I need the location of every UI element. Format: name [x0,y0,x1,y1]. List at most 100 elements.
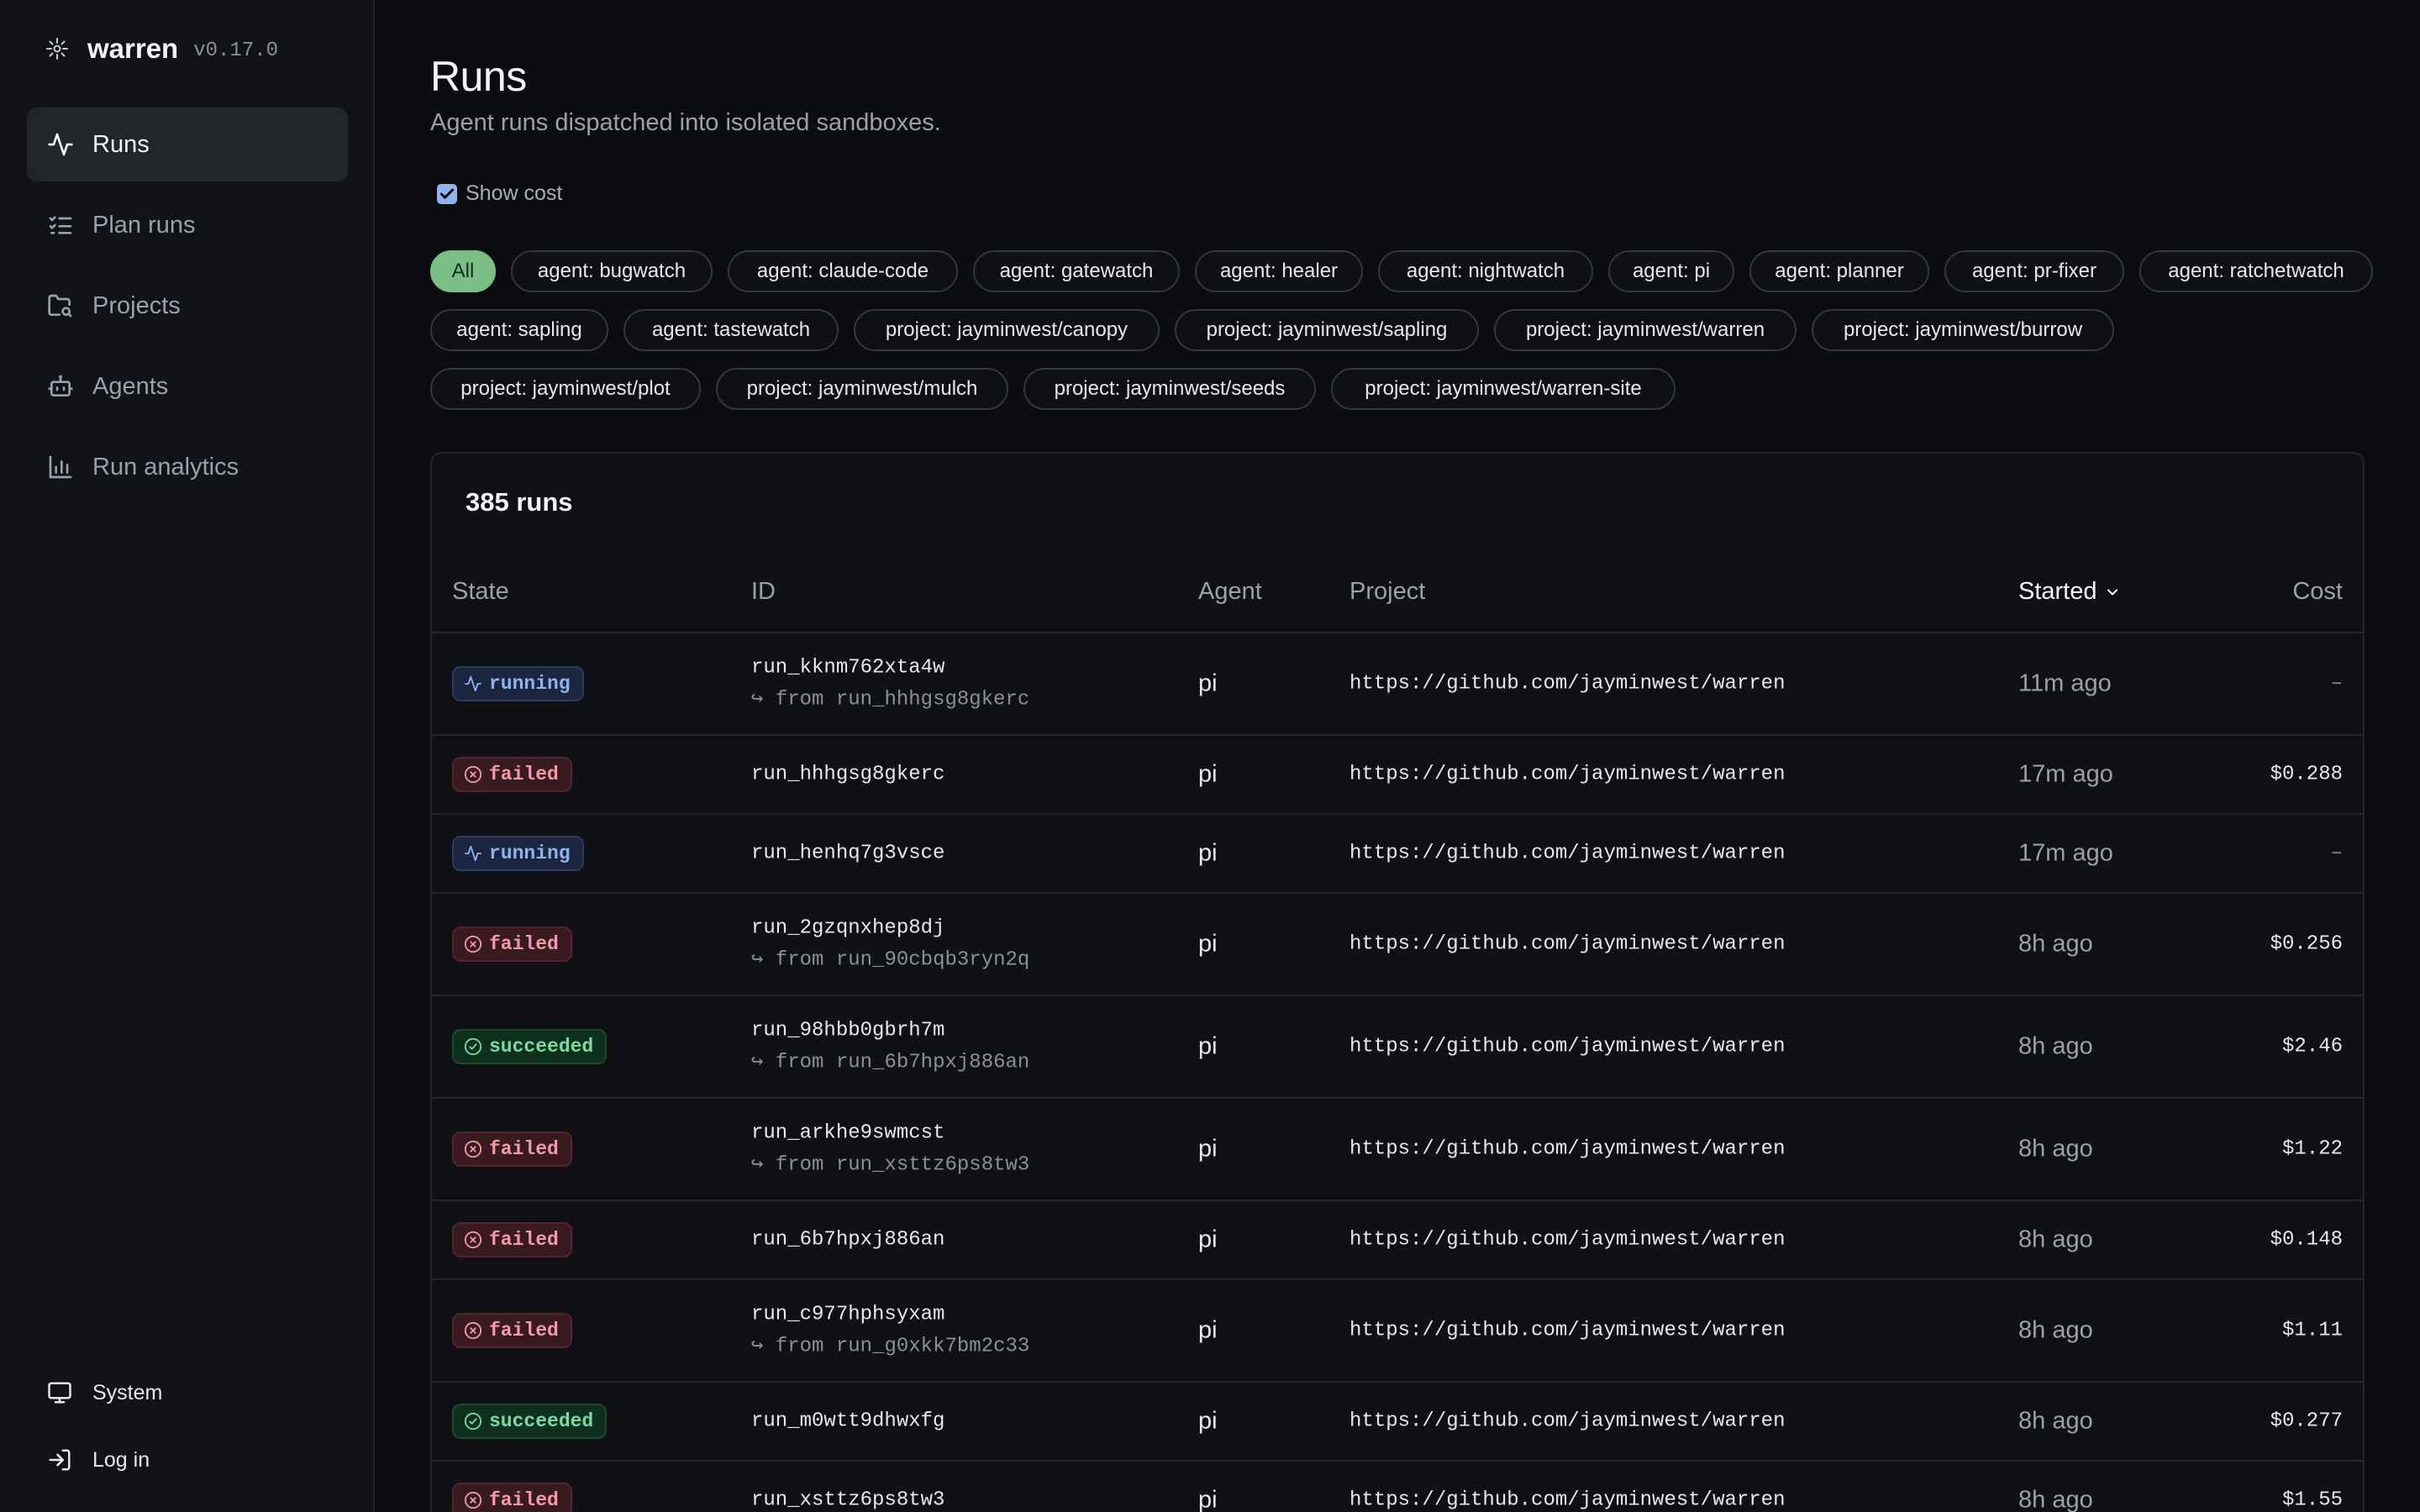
table-row[interactable]: succeeded run_98hbb0gbrh7m ↪ from run_6b7h… [432,996,2363,1099]
filter-chip[interactable]: agent: healer [1195,250,1363,292]
table-row[interactable]: failed run_c977hphsyxam ↪ from run_g0xkk7b… [432,1280,2363,1383]
run-id-link[interactable]: run_m0wtt9dhwxfg [751,1410,944,1433]
state-cell: failed [452,1131,572,1167]
nav-item-projects[interactable]: Projects [27,269,348,343]
x-circle-icon [464,765,482,784]
project-cell[interactable]: https://github.com/jayminwest/warren [1349,673,1785,696]
filter-chip[interactable]: project: jayminwest/mulch [716,368,1008,410]
run-id-link[interactable]: run_c977hphsyxam [751,1304,1029,1326]
check-icon [439,188,455,199]
run-parent-link[interactable]: ↪ from run_90cbqb3ryn2q [751,947,1029,972]
filter-chip[interactable]: project: jayminwest/plot [430,368,701,410]
filter-chip[interactable]: agent: tastewatch [623,309,839,351]
project-cell[interactable]: https://github.com/jayminwest/warren [1349,764,1785,786]
agent-cell: pi [1198,1226,1218,1253]
project-cell[interactable]: https://github.com/jayminwest/warren [1349,843,1785,865]
filter-chip[interactable]: project: jayminwest/canopy [854,309,1160,351]
brand[interactable]: warren v0.17.0 [44,30,278,67]
nav-item-runs[interactable]: Runs [27,108,348,181]
col-header-started-label: Started [2018,578,2097,605]
col-header-project[interactable]: Project [1349,578,1425,606]
filter-chip[interactable]: agent: planner [1749,250,1929,292]
show-cost-toggle[interactable]: Show cost [437,181,562,206]
filter-chip[interactable]: agent: pi [1608,250,1734,292]
filter-chip[interactable]: project: jayminwest/warren [1494,309,1797,351]
filter-chip[interactable]: agent: claude-code [728,250,958,292]
col-header-agent[interactable]: Agent [1198,578,1262,606]
x-circle-icon [464,935,482,953]
project-cell[interactable]: https://github.com/jayminwest/warren [1349,1320,1785,1342]
x-circle-icon [464,1491,482,1509]
col-header-started[interactable]: Started [2018,578,2121,606]
status-badge: failed [452,1222,572,1257]
app-name: warren [87,33,179,64]
filter-chip[interactable]: project: jayminwest/warren-site [1331,368,1676,410]
filter-chip[interactable]: agent: bugwatch [511,250,713,292]
x-circle-icon [464,1140,482,1158]
state-cell: failed [452,1222,572,1257]
project-cell[interactable]: https://github.com/jayminwest/warren [1349,1036,1785,1058]
filter-chip[interactable]: project: jayminwest/sapling [1175,309,1479,351]
list-checks-icon [49,216,72,234]
filter-chip-all[interactable]: All [430,250,496,292]
table-row[interactable]: succeeded run_m0wtt9dhwxfg pi https://githu… [432,1383,2363,1462]
filter-chip[interactable]: agent: ratchetwatch [2139,250,2373,292]
nav-item-agents[interactable]: Agents [27,349,348,423]
table-row[interactable]: running run_henhq7g3vsce pi https://github.… [432,815,2363,894]
table-row[interactable]: running run_kknm762xta4w ↪ from run_hhhgsg… [432,633,2363,736]
project-cell[interactable]: https://github.com/jayminwest/warren [1349,1138,1785,1161]
status-label: running [489,843,571,864]
nav-item-plan-runs[interactable]: Plan runs [27,188,348,262]
filter-row: All agent: bugwatch agent: claude-code a… [430,250,2373,292]
run-id-link[interactable]: run_henhq7g3vsce [751,843,944,865]
run-id-link[interactable]: run_98hbb0gbrh7m [751,1020,1029,1042]
page-subtitle: Agent runs dispatched into isolated sand… [430,109,941,136]
started-cell: 11m ago [2018,669,2112,697]
filter-chip[interactable]: project: jayminwest/seeds [1023,368,1316,410]
project-cell[interactable]: https://github.com/jayminwest/warren [1349,1410,1785,1433]
project-cell[interactable]: https://github.com/jayminwest/warren [1349,1489,1785,1512]
run-id-link[interactable]: run_6b7hpxj886an [751,1229,944,1252]
run-id-link[interactable]: run_hhhgsg8gkerc [751,764,944,786]
agent-cell: pi [1198,1407,1218,1435]
run-parent-link[interactable]: ↪ from run_xsttz6ps8tw3 [751,1152,1029,1177]
col-header-id[interactable]: ID [751,578,776,606]
started-cell: 17m ago [2018,839,2113,867]
project-cell[interactable]: https://github.com/jayminwest/warren [1349,933,1785,956]
table-row[interactable]: failed run_arkhe9swmcst ↪ from run_xsttz6p… [432,1099,2363,1201]
run-id-link[interactable]: run_arkhe9swmcst [751,1122,1029,1145]
run-id-link[interactable]: run_xsttz6ps8tw3 [751,1489,944,1512]
filter-chip[interactable]: agent: gatewatch [973,250,1180,292]
show-cost-checkbox[interactable] [437,183,457,204]
status-badge: failed [452,1483,572,1512]
nav-item-run-analytics[interactable]: Run analytics [27,430,348,504]
col-header-state[interactable]: State [452,578,509,606]
id-cell: run_henhq7g3vsce [751,843,944,865]
run-parent-link[interactable]: ↪ from run_g0xkk7bm2c33 [751,1333,1029,1358]
project-cell[interactable]: https://github.com/jayminwest/warren [1349,1229,1785,1252]
table-row[interactable]: failed run_xsttz6ps8tw3 pi https://github.c… [432,1462,2363,1512]
col-header-cost[interactable]: Cost [2292,578,2343,606]
status-label: succeeded [489,1410,594,1432]
run-parent-link[interactable]: ↪ from run_hhhgsg8gkerc [751,686,1029,711]
login-button[interactable]: Log in [27,1426,348,1494]
status-badge: failed [452,927,572,962]
table-row[interactable]: failed run_2gzqnxhep8dj ↪ from run_90cbqb3… [432,894,2363,996]
x-circle-icon [464,1231,482,1249]
filter-chip[interactable]: project: jayminwest/burrow [1812,309,2114,351]
cost-cell: – [2330,842,2343,865]
cost-cell: $0.256 [2270,932,2343,956]
filter-chip[interactable]: agent: nightwatch [1378,250,1593,292]
run-id-link[interactable]: run_2gzqnxhep8dj [751,917,1029,940]
filter-chip[interactable]: agent: pr-fixer [1944,250,2124,292]
nav-label: Run analytics [92,453,239,480]
filter-chip[interactable]: agent: sapling [430,309,608,351]
run-id-link[interactable]: run_kknm762xta4w [751,657,1029,680]
system-label: System [92,1380,163,1404]
run-parent-link[interactable]: ↪ from run_6b7hpxj886an [751,1049,1029,1074]
warren-logo-icon [46,38,68,60]
system-theme-button[interactable]: System [27,1359,348,1426]
status-badge: failed [452,757,572,792]
table-row[interactable]: failed run_6b7hpxj886an pi https://github.c… [432,1201,2363,1280]
table-row[interactable]: failed run_hhhgsg8gkerc pi https://github.c… [432,736,2363,815]
